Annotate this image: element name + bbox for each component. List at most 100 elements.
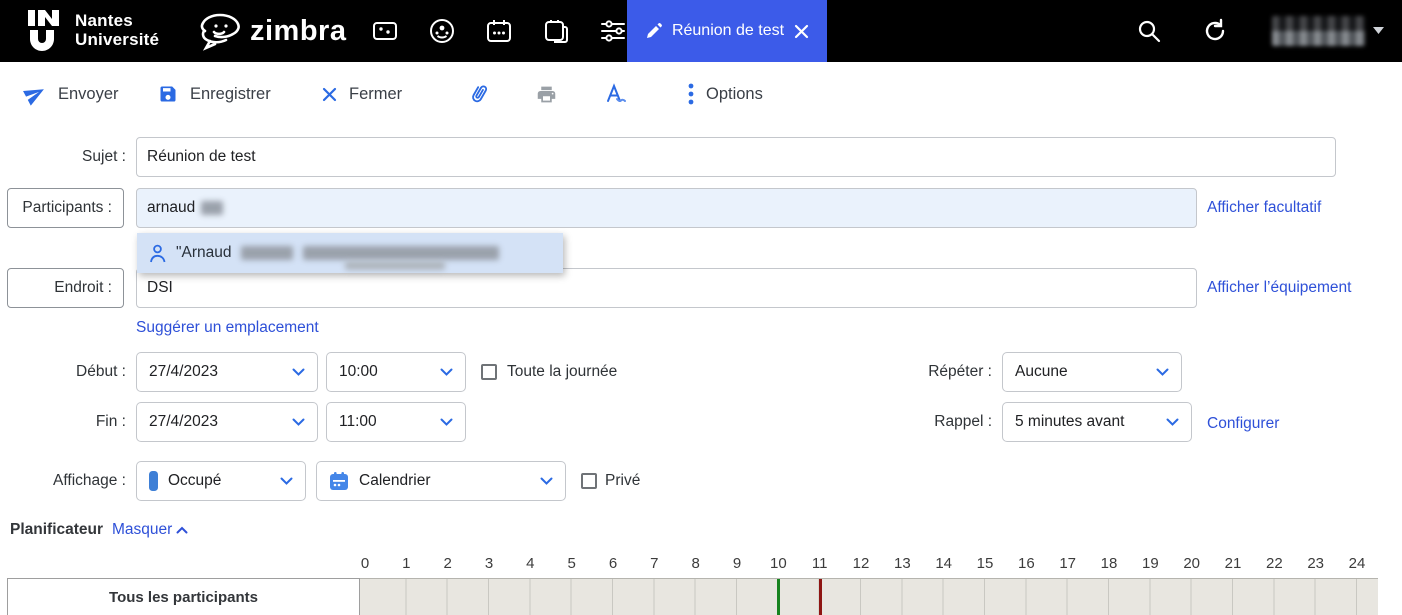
search-icon[interactable] — [1134, 16, 1164, 46]
hour-label: 19 — [1142, 555, 1159, 572]
meeting-end-line — [819, 579, 822, 615]
suggestion-blur-2 — [303, 246, 499, 260]
person-icon — [149, 244, 166, 263]
scheduler-title: Planificateur — [10, 521, 103, 539]
subject-label: Sujet : — [30, 137, 126, 177]
attendees-blurred-text — [201, 201, 223, 215]
hour-label: 24 — [1349, 555, 1366, 572]
location-picker-button[interactable]: Endroit : — [7, 268, 124, 308]
hour-label: 2 — [443, 555, 451, 572]
header-actions — [1134, 0, 1402, 62]
editor-toolbar: Envoyer Enregistrer Fermer — [0, 62, 1402, 126]
chevron-down-icon — [1156, 368, 1169, 377]
pencil-icon — [645, 23, 662, 40]
zimbra-smiley-icon — [196, 7, 248, 55]
hour-label: 4 — [526, 555, 534, 572]
send-button[interactable]: Envoyer — [24, 62, 119, 126]
calendar-folder-select[interactable]: Calendrier — [316, 461, 566, 501]
org-name: Nantes Université — [75, 11, 159, 49]
spellcheck-icon[interactable] — [604, 62, 628, 126]
refresh-icon[interactable] — [1200, 16, 1230, 46]
hour-label: 13 — [894, 555, 911, 572]
options-label: Options — [706, 85, 763, 104]
mail-icon[interactable] — [370, 16, 400, 46]
meeting-start-line — [777, 579, 780, 615]
hour-label: 10 — [770, 555, 787, 572]
hour-label: 5 — [567, 555, 575, 572]
configure-reminder-link[interactable]: Configurer — [1207, 415, 1279, 433]
hour-label: 3 — [485, 555, 493, 572]
suggestion-blur-1 — [241, 246, 293, 260]
show-optional-link[interactable]: Afficher facultatif — [1207, 199, 1321, 217]
suggestion-blur-3 — [345, 261, 445, 270]
hour-label: 6 — [609, 555, 617, 572]
reminder-label: Rappel : — [880, 402, 992, 442]
end-label: Fin : — [30, 402, 126, 442]
attendees-picker-button[interactable]: Participants : — [7, 188, 124, 228]
meeting-editor-page: Nantes Université zimbra — [0, 0, 1402, 615]
suggest-location-link[interactable]: Suggérer un emplacement — [136, 319, 319, 337]
chevron-down-icon — [440, 418, 453, 427]
attendees-input[interactable]: arnaud — [136, 188, 1197, 228]
attendee-suggestion-item[interactable]: "Arnaud — [137, 233, 563, 273]
calendar-icon[interactable] — [484, 16, 514, 46]
contacts-icon[interactable] — [427, 16, 457, 46]
display-label: Affichage : — [20, 461, 126, 501]
end-time-select[interactable]: 11:00 — [326, 402, 466, 442]
chevron-down-icon — [1166, 418, 1179, 427]
show-equipment-link[interactable]: Afficher l’équipement — [1207, 279, 1351, 297]
all-day-checkbox[interactable] — [481, 364, 497, 380]
hour-label: 16 — [1018, 555, 1035, 572]
nantes-universite-logo: Nantes Université — [26, 8, 159, 52]
options-button[interactable]: Options — [688, 62, 763, 126]
hour-label: 14 — [935, 555, 952, 572]
private-checkbox[interactable] — [581, 473, 597, 489]
reminder-select[interactable]: 5 minutes avant — [1002, 402, 1192, 442]
location-input[interactable] — [136, 268, 1197, 308]
tab-reunion-de-test[interactable]: Réunion de test — [627, 0, 827, 62]
end-date-select[interactable]: 27/4/2023 — [136, 402, 318, 442]
hour-label: 1 — [402, 555, 410, 572]
send-label: Envoyer — [58, 85, 119, 104]
hour-label: 0 — [361, 555, 369, 572]
hour-label: 18 — [1101, 555, 1118, 572]
attach-icon[interactable] — [468, 62, 490, 126]
hour-label: 11 — [812, 555, 828, 572]
save-label: Enregistrer — [190, 85, 271, 104]
suggestion-name-prefix: "Arnaud — [176, 244, 231, 262]
start-time-select[interactable]: 10:00 — [326, 352, 466, 392]
user-account-name-blurred[interactable] — [1272, 16, 1365, 46]
subject-input[interactable] — [136, 137, 1336, 177]
close-tab-icon[interactable] — [794, 24, 809, 39]
calendar-folder-icon — [329, 471, 349, 491]
scheduler-hours: 0123456789101112131415161718192021222324 — [365, 555, 1357, 575]
scheduler-hide-link[interactable]: Masquer — [112, 521, 188, 539]
user-menu-caret-icon[interactable] — [1373, 27, 1384, 35]
chevron-down-icon — [440, 368, 453, 377]
save-button[interactable]: Enregistrer — [158, 62, 271, 126]
nantes-universite-mark-icon — [26, 8, 66, 52]
start-date-select[interactable]: 27/4/2023 — [136, 352, 318, 392]
hour-label: 8 — [691, 555, 699, 572]
chevron-down-icon — [540, 477, 553, 486]
settings-sliders-icon[interactable] — [598, 16, 628, 46]
header-nav — [370, 0, 628, 62]
hour-label: 12 — [853, 555, 870, 572]
tasks-icon[interactable] — [541, 16, 571, 46]
close-button[interactable]: Fermer — [322, 62, 402, 126]
repeat-select[interactable]: Aucune — [1002, 352, 1182, 392]
print-icon[interactable] — [536, 62, 557, 126]
attendees-typed-text: arnaud — [147, 199, 195, 217]
busy-status-select[interactable]: Occupé — [136, 461, 306, 501]
start-label: Début : — [30, 352, 126, 392]
scheduler-grid[interactable] — [360, 578, 1378, 615]
close-label: Fermer — [349, 85, 402, 104]
product-name: zimbra — [250, 15, 346, 48]
zimbra-logo: zimbra — [196, 7, 346, 55]
tab-title: Réunion de test — [672, 22, 784, 40]
hour-label: 22 — [1266, 555, 1283, 572]
chevron-down-icon — [292, 418, 305, 427]
chevron-down-icon — [280, 477, 293, 486]
hour-label: 9 — [733, 555, 741, 572]
scheduler-row-all-participants: Tous les participants — [7, 578, 360, 615]
